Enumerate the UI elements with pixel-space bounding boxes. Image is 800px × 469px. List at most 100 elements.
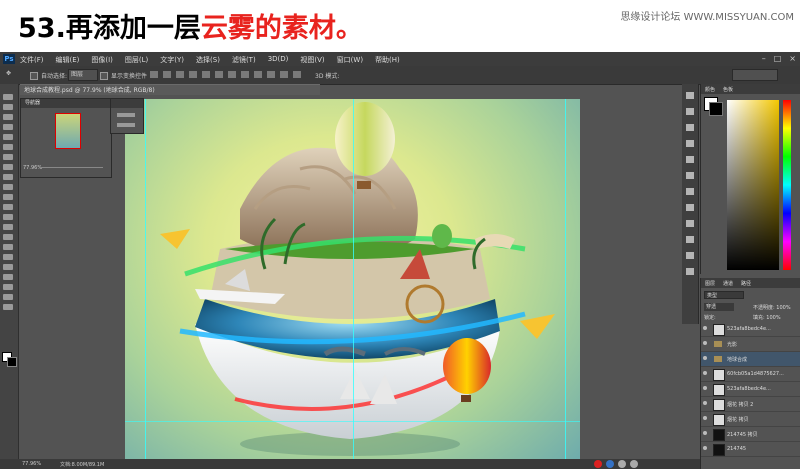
dock-panel-icon[interactable] — [686, 252, 694, 259]
distribute-right-icon[interactable] — [293, 71, 301, 78]
navigator-zoom-slider[interactable] — [41, 167, 103, 168]
tray-icon[interactable] — [630, 459, 638, 468]
auto-select[interactable]: 自动选择: — [30, 71, 67, 80]
tool-icon[interactable] — [3, 204, 13, 210]
tab-color[interactable]: 颜色 — [705, 86, 715, 93]
eye-icon[interactable] — [703, 431, 707, 435]
layer-row[interactable]: 214745 拷贝 — [701, 427, 800, 442]
menu-item[interactable]: 编辑(E) — [56, 55, 80, 65]
align-right-icon[interactable] — [215, 71, 223, 78]
auto-select-checkbox[interactable] — [30, 71, 38, 80]
fg-bg-colors[interactable] — [2, 352, 17, 367]
menu-item[interactable]: 窗口(W) — [337, 55, 363, 65]
eye-icon[interactable] — [703, 326, 707, 330]
tab-layers[interactable]: 图层 — [705, 280, 715, 287]
layer-row[interactable]: 523afa8bedc4e... — [701, 322, 800, 337]
eye-icon[interactable] — [703, 401, 707, 405]
menu-item[interactable]: 图像(I) — [91, 55, 113, 65]
dock-panel-icon[interactable] — [686, 204, 694, 211]
align-left-icon[interactable] — [189, 71, 197, 78]
fill-field[interactable]: 填充: 100% — [753, 314, 781, 321]
tool-icon[interactable] — [3, 214, 13, 220]
hue-slider[interactable] — [783, 100, 791, 270]
align-vcenter-icon[interactable] — [163, 71, 171, 78]
menu-item[interactable]: 文字(Y) — [160, 55, 184, 65]
align-bottom-icon[interactable] — [176, 71, 184, 78]
menu-item[interactable]: 视图(V) — [300, 55, 324, 65]
maximize-icon[interactable]: □ — [774, 54, 782, 63]
dock-panel-icon[interactable] — [686, 92, 694, 99]
background-swatch[interactable] — [7, 357, 17, 367]
dock-panel-icon[interactable] — [686, 124, 694, 131]
tool-icon[interactable] — [3, 104, 13, 110]
menu-item[interactable]: 3D(D) — [268, 55, 289, 65]
tool-icon[interactable] — [3, 174, 13, 180]
tool-icon[interactable] — [3, 154, 13, 160]
tool-icon[interactable] — [3, 114, 13, 120]
layer-row[interactable]: 烟花 拷贝 — [701, 412, 800, 427]
tool-icon[interactable] — [3, 124, 13, 130]
menu-item[interactable]: 帮助(H) — [375, 55, 400, 65]
eye-icon[interactable] — [703, 371, 707, 375]
dock-panel-icon[interactable] — [686, 268, 694, 275]
tool-icon[interactable] — [3, 134, 13, 140]
status-doc-size[interactable]: 文档:8.00M/89.1M — [60, 461, 104, 468]
distribute-hcenter-icon[interactable] — [280, 71, 288, 78]
tool-icon[interactable] — [3, 164, 13, 170]
tab-swatches[interactable]: 色板 — [723, 86, 733, 93]
dock-panel-icon[interactable] — [686, 156, 694, 163]
opacity-field[interactable]: 不透明度: 100% — [753, 304, 791, 311]
eye-icon[interactable] — [703, 386, 707, 390]
navigator-zoom[interactable]: 77.96% — [23, 165, 42, 171]
tool-icon[interactable] — [3, 274, 13, 280]
menu-item[interactable]: 文件(F) — [20, 55, 44, 65]
layer-row[interactable]: 烟花 拷贝 2 — [701, 397, 800, 412]
menu-item[interactable]: 图层(L) — [125, 55, 148, 65]
tray-icon[interactable] — [606, 459, 614, 468]
input-method-icon[interactable] — [594, 459, 602, 468]
layer-row[interactable]: 地球合成 — [701, 352, 800, 367]
layer-row[interactable]: 60fcb05a1d4875627... — [701, 367, 800, 382]
tab-paths[interactable]: 路径 — [741, 280, 751, 287]
layer-row[interactable]: 214745 — [701, 442, 800, 457]
tab-channels[interactable]: 通道 — [723, 280, 733, 287]
tool-icon[interactable] — [3, 304, 13, 310]
blend-mode-dropdown[interactable]: 穿透 — [704, 303, 734, 311]
dock-panel-icon[interactable] — [686, 236, 694, 243]
align-hcenter-icon[interactable] — [202, 71, 210, 78]
workspace-dropdown[interactable] — [732, 69, 778, 81]
show-transform-checkbox[interactable] — [100, 71, 108, 80]
histogram-tab[interactable] — [111, 99, 143, 108]
tool-icon[interactable] — [3, 144, 13, 150]
auto-select-dropdown[interactable]: 图层 — [68, 69, 98, 81]
tool-icon[interactable] — [3, 234, 13, 240]
menu-item[interactable]: 选择(S) — [196, 55, 220, 65]
layer-filter-dropdown[interactable]: 类型 — [704, 291, 744, 299]
tool-icon[interactable] — [3, 184, 13, 190]
navigator-tab[interactable]: 导航器 — [21, 99, 111, 108]
eye-icon[interactable] — [703, 416, 707, 420]
dock-panel-icon[interactable] — [686, 188, 694, 195]
document-tab[interactable]: 地球合成教程.psd @ 77.9% (地球合成, RGB/8) — [20, 84, 320, 95]
minimize-icon[interactable]: – — [762, 54, 766, 63]
distribute-left-icon[interactable] — [267, 71, 275, 78]
eye-icon[interactable] — [703, 341, 707, 345]
color-background-swatch[interactable] — [709, 102, 723, 116]
eye-icon[interactable] — [703, 446, 707, 450]
menu-item[interactable]: 滤镜(T) — [232, 55, 256, 65]
tool-icon[interactable] — [3, 244, 13, 250]
show-transform-controls[interactable]: 显示变换控件 — [100, 71, 147, 80]
tool-icon[interactable] — [3, 294, 13, 300]
status-zoom[interactable]: 77.96% — [22, 461, 41, 467]
tool-icon[interactable] — [3, 264, 13, 270]
eye-icon[interactable] — [703, 356, 707, 360]
distribute-vcenter-icon[interactable] — [241, 71, 249, 78]
align-top-icon[interactable] — [150, 71, 158, 78]
layer-row[interactable]: 光影 — [701, 337, 800, 352]
dock-panel-icon[interactable] — [686, 172, 694, 179]
distribute-top-icon[interactable] — [228, 71, 236, 78]
fill-value[interactable]: 100% — [766, 315, 780, 321]
dock-panel-icon[interactable] — [686, 140, 694, 147]
tray-icon[interactable] — [618, 459, 626, 468]
dock-panel-icon[interactable] — [686, 220, 694, 227]
